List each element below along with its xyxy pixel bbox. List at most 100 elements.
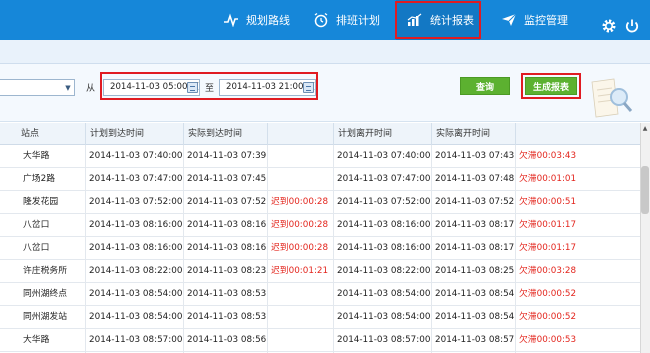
cell-actual-arrive: 2014-11-03 08:53:38: [187, 289, 267, 299]
cell-arrive-status: [267, 283, 333, 306]
table-row[interactable]: 八岔口 2014-11-03 08:16:00 2014-11-03 08:16:2…: [0, 214, 640, 237]
start-datetime-value: 2014-11-03 05:00:0(: [110, 82, 200, 92]
cell-plan-arrive: 2014-11-03 07:40:00: [89, 151, 183, 161]
cell-station: 同州湖发站: [23, 312, 67, 322]
cell-plan-leave: 2014-11-03 08:54:00: [337, 289, 431, 299]
cell-plan-arrive: 2014-11-03 08:22:00: [89, 266, 183, 276]
cell-actual-leave: 2014-11-03 08:17:17: [435, 220, 515, 230]
cell-leave-status: 欠滞00:00:52: [519, 289, 577, 299]
send-icon: [500, 11, 518, 29]
cell-arrive-status: 迟到00:00:28: [271, 220, 329, 230]
cell-station: 同州湖终点: [23, 289, 67, 299]
chevron-down-icon[interactable]: ▼: [62, 80, 74, 95]
column-header-actual-leave[interactable]: 实际离开时间: [431, 123, 515, 145]
column-header-station[interactable]: 站点: [17, 123, 85, 145]
table-row[interactable]: 大华路 2014-11-03 07:40:00 2014-11-03 07:39:5…: [0, 145, 640, 168]
column-header-arrive-status[interactable]: [267, 123, 333, 145]
start-datetime-field[interactable]: 2014-11-03 05:00:0(: [103, 79, 200, 96]
column-header-plan-leave[interactable]: 计划离开时间: [333, 123, 431, 145]
cell-actual-arrive: 2014-11-03 08:16:28: [187, 220, 267, 230]
cell-plan-arrive: 2014-11-03 08:57:00: [89, 335, 183, 345]
table-row[interactable]: 同州湖发站 2014-11-03 08:54:00 2014-11-03 08:53…: [0, 306, 640, 329]
cell-actual-leave: 2014-11-03 07:52:51: [435, 197, 515, 207]
table-header: 站点 计划到达时间 实际到达时间 计划离开时间 实际离开时间: [0, 123, 640, 145]
cell-actual-leave: 2014-11-03 07:48:01: [435, 174, 515, 184]
cell-leave-status: 欠滞00:03:28: [519, 266, 577, 276]
cell-actual-leave: 2014-11-03 08:25:28: [435, 266, 515, 276]
end-datetime-value: 2014-11-03 21:00:0(: [226, 82, 316, 92]
filter-panel: ▼ 从 2014-11-03 05:00:0( 至 2014-11-03 21:…: [0, 64, 650, 122]
alarm-clock-icon: [312, 11, 330, 29]
cell-actual-arrive: 2014-11-03 08:16:28: [187, 243, 267, 253]
table-row[interactable]: 同州湖终点 2014-11-03 08:54:00 2014-11-03 08:53…: [0, 283, 640, 306]
cell-leave-status: 欠滞00:01:01: [519, 174, 577, 184]
cell-actual-leave: 2014-11-03 08:54:52: [435, 289, 515, 299]
nav-monitor-manage[interactable]: 监控管理: [500, 0, 568, 40]
nav-schedule-plan[interactable]: 排班计划: [312, 0, 380, 40]
cell-plan-arrive: 2014-11-03 08:54:00: [89, 289, 183, 299]
column-divider: [85, 145, 86, 353]
column-divider: [515, 145, 516, 353]
cell-arrive-status: [267, 145, 333, 168]
calendar-icon[interactable]: [303, 82, 314, 93]
cell-arrive-status: 迟到00:00:28: [271, 243, 329, 253]
nav-label: 排班计划: [336, 14, 380, 27]
cell-station: 大华路: [23, 335, 50, 345]
generate-report-button[interactable]: 生成报表: [525, 77, 577, 95]
report-document-icon: [588, 76, 634, 120]
cell-plan-leave: 2014-11-03 08:22:00: [337, 266, 431, 276]
cell-plan-arrive: 2014-11-03 07:47:00: [89, 174, 183, 184]
scrollbar-thumb[interactable]: [641, 166, 649, 214]
table-row[interactable]: 广场2路 2014-11-03 07:47:00 2014-11-03 07:45:…: [0, 168, 640, 191]
column-divider: [333, 145, 334, 353]
cell-plan-leave: 2014-11-03 08:16:00: [337, 243, 431, 253]
cell-plan-arrive: 2014-11-03 08:16:00: [89, 220, 183, 230]
nav-statistics-report[interactable]: 统计报表: [396, 0, 480, 40]
gear-icon[interactable]: [601, 18, 617, 34]
cell-actual-arrive: 2014-11-03 08:53:38: [187, 312, 267, 322]
column-header-actual-arrive[interactable]: 实际到达时间: [183, 123, 267, 145]
cell-actual-leave: 2014-11-03 08:17:17: [435, 243, 515, 253]
cell-arrive-status: [267, 329, 333, 352]
vertical-scrollbar[interactable]: [640, 123, 650, 353]
table-row[interactable]: 八岔口 2014-11-03 08:16:00 2014-11-03 08:16:2…: [0, 237, 640, 260]
column-divider: [183, 145, 184, 353]
cell-plan-arrive: 2014-11-03 08:16:00: [89, 243, 183, 253]
cell-leave-status: 欠滞00:00:51: [519, 197, 577, 207]
cell-arrive-status: 迟到00:00:28: [271, 197, 329, 207]
cell-arrive-status: 迟到00:01:21: [271, 266, 329, 276]
nav-label: 统计报表: [430, 14, 474, 27]
from-label: 从: [86, 84, 96, 94]
column-divider: [267, 145, 268, 353]
nav-route-planning[interactable]: 规划路线: [222, 0, 290, 40]
column-header-plan-arrive[interactable]: 计划到达时间: [85, 123, 183, 145]
cell-station: 八岔口: [23, 243, 50, 253]
query-button[interactable]: 查询: [460, 77, 510, 95]
route-select[interactable]: ▼: [0, 79, 75, 96]
cell-plan-leave: 2014-11-03 08:57:00: [337, 335, 431, 345]
cell-station: 八岔口: [23, 220, 50, 230]
cell-leave-status: 欠滞00:01:17: [519, 243, 577, 253]
cell-actual-arrive: 2014-11-03 07:45:30: [187, 174, 267, 184]
nav-label: 监控管理: [524, 14, 568, 27]
cell-actual-leave: 2014-11-03 07:43:43: [435, 151, 515, 161]
table-row[interactable]: 隆发花园 2014-11-03 07:52:00 2014-11-03 07:52:…: [0, 191, 640, 214]
nav-label: 规划路线: [246, 14, 290, 27]
column-header-leave-status[interactable]: [515, 123, 640, 145]
scroll-up-arrow-icon[interactable]: ▲: [640, 123, 650, 135]
route-icon: [222, 11, 240, 29]
table-row[interactable]: 大华路 2014-11-03 08:57:00 2014-11-03 08:56:5…: [0, 329, 640, 352]
cell-plan-leave: 2014-11-03 07:40:00: [337, 151, 431, 161]
cell-station: 隆发花园: [23, 197, 59, 207]
cell-station: 大华路: [23, 151, 50, 161]
calendar-icon[interactable]: [187, 82, 198, 93]
cell-arrive-status: [267, 168, 333, 191]
power-icon[interactable]: [624, 18, 640, 34]
cell-station: 许庄税务所: [23, 266, 67, 276]
top-nav-bar: 规划路线 排班计划 统计报表 监控管理: [0, 0, 650, 40]
cell-station: 广场2路: [23, 174, 55, 184]
cell-plan-leave: 2014-11-03 08:54:00: [337, 312, 431, 322]
table-row[interactable]: 许庄税务所 2014-11-03 08:22:00 2014-11-03 08:23…: [0, 260, 640, 283]
end-datetime-field[interactable]: 2014-11-03 21:00:0(: [219, 79, 316, 96]
cell-plan-leave: 2014-11-03 07:52:00: [337, 197, 431, 207]
